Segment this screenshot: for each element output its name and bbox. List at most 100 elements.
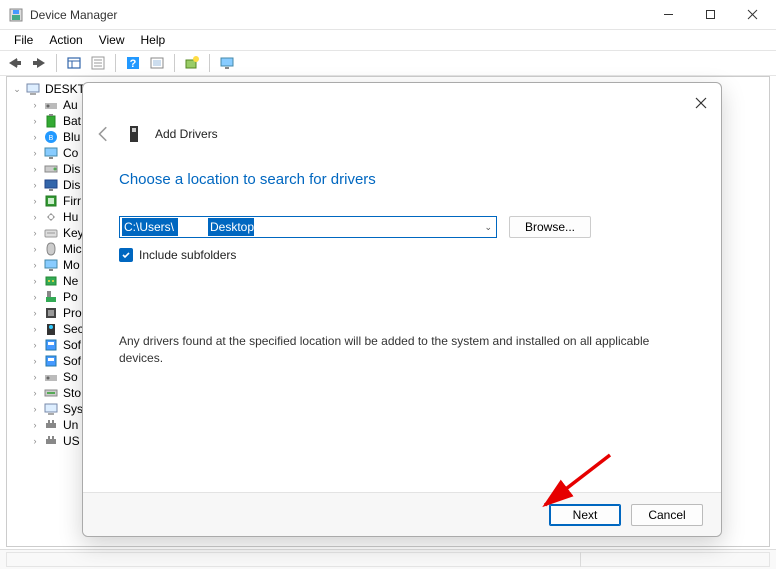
back-icon[interactable]	[4, 52, 26, 74]
expand-icon[interactable]: ›	[29, 291, 41, 303]
expand-icon[interactable]: ›	[29, 195, 41, 207]
app-icon	[8, 7, 24, 23]
expand-icon[interactable]: ›	[29, 99, 41, 111]
device-category-icon	[43, 161, 59, 177]
tree-item-label: Mo	[63, 258, 80, 272]
expand-icon[interactable]: ›	[29, 323, 41, 335]
svg-text:?: ?	[130, 58, 137, 70]
expand-icon[interactable]: ›	[29, 179, 41, 191]
expand-icon[interactable]: ›	[29, 387, 41, 399]
expand-icon[interactable]: ›	[29, 275, 41, 287]
device-category-icon	[43, 97, 59, 113]
menubar: File Action View Help	[0, 30, 776, 50]
collapse-icon[interactable]: ⌄	[11, 83, 23, 95]
statusbar	[0, 549, 776, 569]
expand-icon[interactable]: ›	[29, 115, 41, 127]
tree-item-label: Sof	[63, 354, 81, 368]
add-drivers-dialog: Add Drivers Choose a location to search …	[82, 82, 722, 537]
expand-icon[interactable]: ›	[29, 307, 41, 319]
expand-icon[interactable]: ›	[29, 211, 41, 223]
forward-icon[interactable]	[28, 52, 50, 74]
expand-icon[interactable]: ›	[29, 227, 41, 239]
device-category-icon	[43, 369, 59, 385]
device-category-icon	[43, 225, 59, 241]
help-icon[interactable]: ?	[122, 52, 144, 74]
dialog-close-button[interactable]	[691, 93, 711, 113]
device-category-icon	[43, 305, 59, 321]
expand-icon[interactable]: ›	[29, 355, 41, 367]
expand-icon[interactable]: ›	[29, 147, 41, 159]
tree-item-label: Blu	[63, 130, 80, 144]
tree-item-label: Key	[63, 226, 84, 240]
dialog-header-text: Add Drivers	[155, 127, 218, 141]
scan-icon[interactable]	[146, 52, 168, 74]
maximize-button[interactable]	[698, 3, 722, 27]
device-category-icon	[43, 417, 59, 433]
expand-icon[interactable]: ›	[29, 403, 41, 415]
device-category-icon	[43, 289, 59, 305]
tree-item-label: Un	[63, 418, 78, 432]
expand-icon[interactable]: ›	[29, 371, 41, 383]
tree-item-label: Ne	[63, 274, 78, 288]
tree-item-label: Hu	[63, 210, 78, 224]
device-category-icon	[43, 385, 59, 401]
dialog-back-button[interactable]	[95, 125, 113, 143]
expand-icon[interactable]: ›	[29, 259, 41, 271]
add-driver-icon[interactable]	[181, 52, 203, 74]
tree-item-label: Sec	[63, 322, 84, 336]
expand-icon[interactable]: ›	[29, 339, 41, 351]
menu-view[interactable]: View	[91, 31, 133, 49]
device-category-icon	[43, 273, 59, 289]
path-combobox[interactable]: C:\Users\ Desktop ⌄	[119, 216, 497, 238]
tree-item-label: Dis	[63, 178, 80, 192]
tree-item-label: Sof	[63, 338, 81, 352]
device-category-icon	[43, 241, 59, 257]
chevron-down-icon[interactable]: ⌄	[484, 222, 492, 233]
close-button[interactable]	[740, 3, 764, 27]
device-category-icon	[43, 145, 59, 161]
dialog-title: Choose a location to search for drivers	[119, 171, 685, 188]
menu-file[interactable]: File	[6, 31, 41, 49]
expand-icon[interactable]: ›	[29, 435, 41, 447]
dialog-info-text: Any drivers found at the specified locat…	[119, 333, 685, 368]
tree-item-label: US	[63, 434, 80, 448]
expand-icon[interactable]: ›	[29, 419, 41, 431]
tree-item-label: Sys	[63, 402, 83, 416]
tree-item-label: Po	[63, 290, 78, 304]
window-title: Device Manager	[30, 8, 656, 22]
cancel-button[interactable]: Cancel	[631, 504, 703, 526]
device-category-icon	[43, 209, 59, 225]
device-category-icon	[43, 257, 59, 273]
tree-item-label: Pro	[63, 306, 82, 320]
monitor-icon[interactable]	[216, 52, 238, 74]
tree-item-label: So	[63, 370, 78, 384]
menu-help[interactable]: Help	[133, 31, 174, 49]
computer-icon	[25, 81, 41, 97]
driver-icon	[127, 125, 141, 143]
titlebar: Device Manager	[0, 0, 776, 30]
menu-action[interactable]: Action	[41, 31, 90, 49]
device-category-icon: B	[43, 129, 59, 145]
next-button[interactable]: Next	[549, 504, 621, 526]
tree-item-label: Dis	[63, 162, 80, 176]
browse-button[interactable]: Browse...	[509, 216, 591, 238]
tree-item-label: Mic	[63, 242, 82, 256]
path-part2: Desktop	[208, 220, 256, 234]
path-part1: C:\Users\	[122, 220, 176, 234]
expand-icon[interactable]: ›	[29, 243, 41, 255]
tree-item-label: Sto	[63, 386, 81, 400]
minimize-button[interactable]	[656, 3, 680, 27]
device-category-icon	[43, 321, 59, 337]
tree-item-label: Bat	[63, 114, 81, 128]
device-category-icon	[43, 113, 59, 129]
include-subfolders-checkbox[interactable]	[119, 248, 133, 262]
show-hidden-icon[interactable]	[63, 52, 85, 74]
svg-text:B: B	[49, 135, 54, 142]
tree-item-label: Co	[63, 146, 78, 160]
properties-icon[interactable]	[87, 52, 109, 74]
expand-icon[interactable]: ›	[29, 131, 41, 143]
device-category-icon	[43, 433, 59, 449]
expand-icon[interactable]: ›	[29, 163, 41, 175]
toolbar: ?	[0, 50, 776, 76]
tree-item-label: Au	[63, 98, 78, 112]
